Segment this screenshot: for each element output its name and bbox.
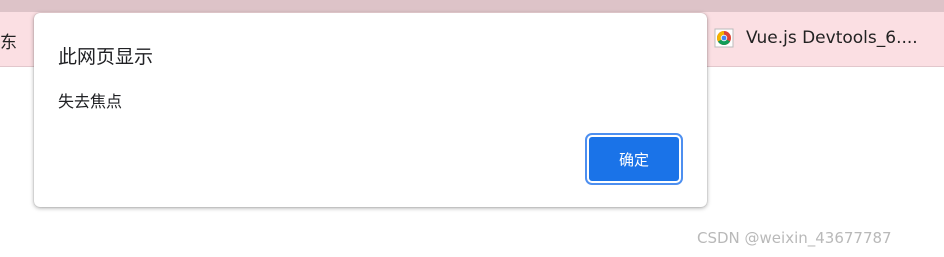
dialog-message: 失去焦点: [58, 92, 123, 111]
browser-tab-strip: [0, 0, 944, 12]
bookmark-item-vue-devtools[interactable]: Vue.js Devtools_6....: [714, 27, 918, 49]
chrome-icon: [714, 28, 734, 48]
watermark: CSDN @weixin_43677787: [697, 229, 892, 247]
dialog-title: 此网页显示: [58, 46, 154, 68]
ok-button[interactable]: 确定: [585, 133, 683, 185]
bookmark-item-partial[interactable]: 东: [0, 28, 17, 53]
alert-dialog: 此网页显示 失去焦点 确定: [34, 13, 707, 207]
bookmark-label: Vue.js Devtools_6....: [746, 28, 918, 48]
